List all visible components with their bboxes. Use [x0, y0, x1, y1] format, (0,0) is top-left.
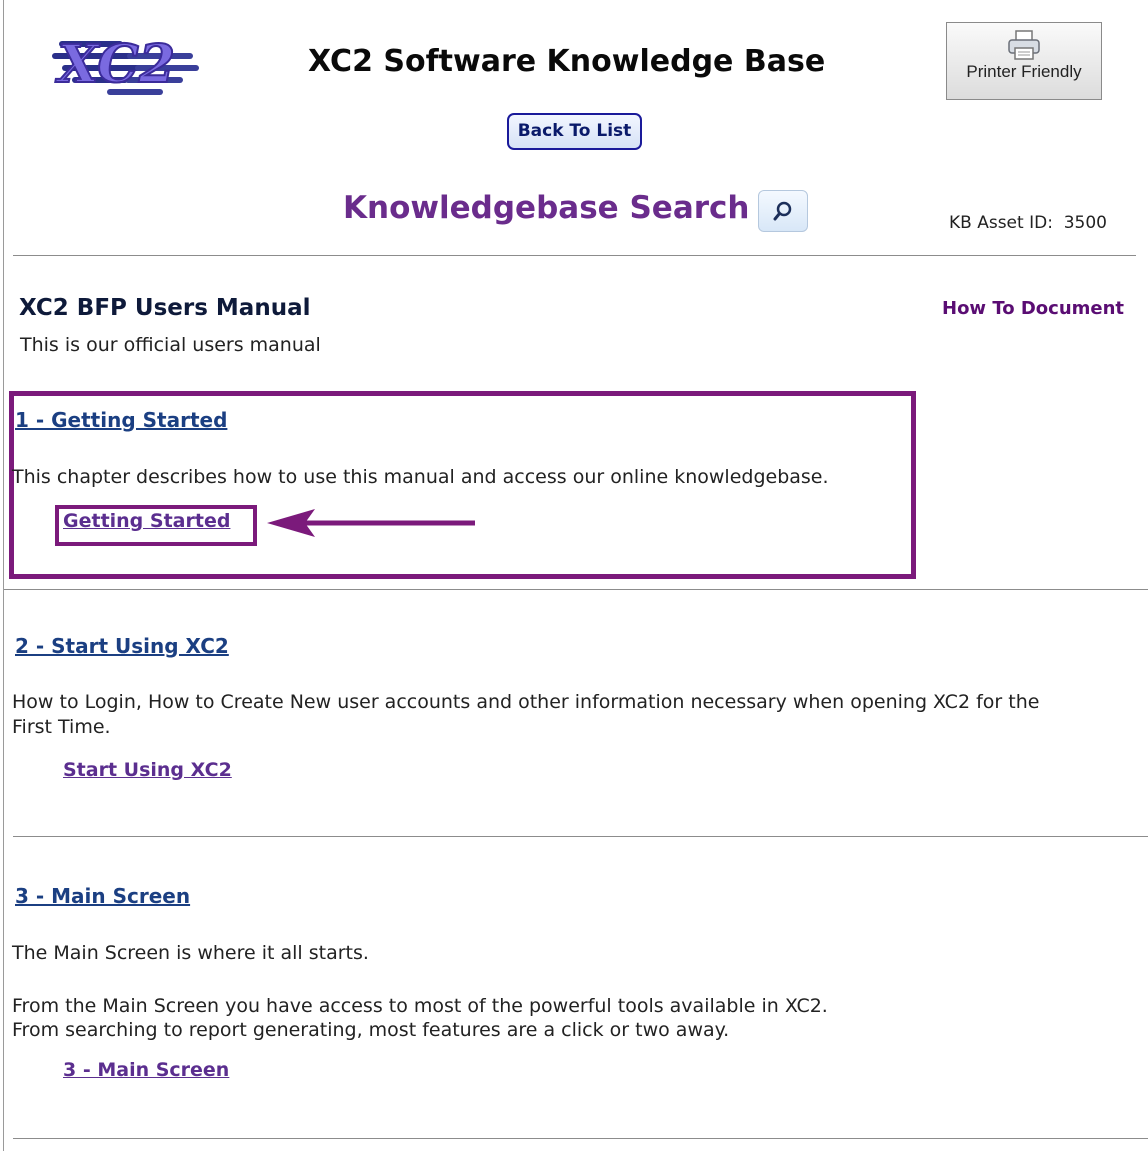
chapter-2-description-line-2: First Time.: [12, 716, 111, 738]
logo-text: XC2: [55, 34, 175, 95]
chapter-2-title-link[interactable]: 2 - Start Using XC2: [15, 634, 229, 658]
chapter-2-description-line-1: How to Login, How to Create New user acc…: [12, 691, 1040, 713]
printer-icon: [1008, 30, 1040, 60]
xc2-logo[interactable]: XC2: [50, 16, 200, 106]
site-title: XC2 Software Knowledge Base: [308, 44, 826, 79]
chapter-3-description-line-3: From searching to report generating, mos…: [12, 1019, 730, 1041]
header-divider: [13, 255, 1136, 256]
back-to-list-button[interactable]: Back To List: [507, 113, 642, 150]
kb-asset-id: KB Asset ID: 3500: [949, 213, 1107, 233]
document-type: How To Document: [942, 298, 1125, 319]
knowledgebase-search-title: Knowledgebase Search: [343, 190, 750, 226]
chapter-1-getting-started-link[interactable]: Getting Started: [63, 510, 230, 532]
document-description: This is our official users manual: [20, 334, 321, 356]
chapter-3-description-line-1: The Main Screen is where it all starts.: [12, 942, 369, 964]
chapter-divider-1: [4, 589, 1148, 590]
document-title: XC2 BFP Users Manual: [19, 295, 311, 321]
search-icon: [773, 201, 792, 221]
printer-friendly-button[interactable]: Printer Friendly: [946, 22, 1102, 100]
printer-friendly-label: Printer Friendly: [966, 62, 1082, 81]
chapter-divider-3: [13, 1138, 1148, 1139]
arrow-annotation: [267, 509, 475, 537]
chapter-1-title-link[interactable]: 1 - Getting Started: [15, 408, 227, 432]
chapter-3-description-line-2: From the Main Screen you have access to …: [12, 995, 828, 1017]
chapter-3-title-link[interactable]: 3 - Main Screen: [15, 884, 190, 908]
chapter-2-start-using-link[interactable]: Start Using XC2: [63, 759, 232, 781]
page-frame-border: [3, 0, 4, 1151]
chapter-3-main-screen-link[interactable]: 3 - Main Screen: [63, 1059, 229, 1081]
search-button[interactable]: [758, 190, 808, 232]
chapter-1-description: This chapter describes how to use this m…: [12, 466, 829, 488]
chapter-divider-2: [13, 836, 1148, 837]
